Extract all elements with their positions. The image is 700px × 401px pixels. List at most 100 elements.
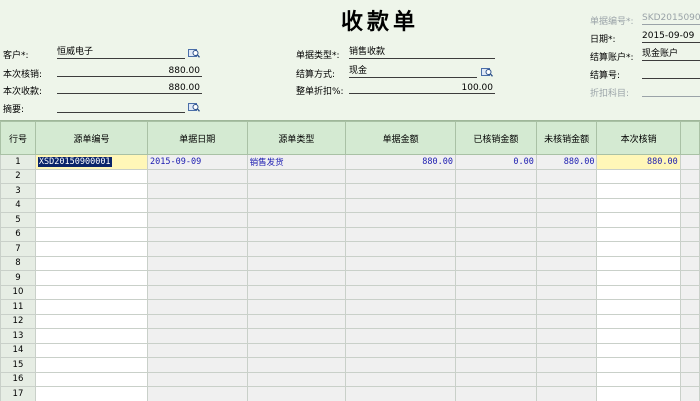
unwritten-amount-cell[interactable] <box>536 242 597 257</box>
unwritten-amount-cell[interactable] <box>536 227 597 242</box>
unwritten-amount-cell[interactable] <box>536 184 597 199</box>
settle-no-field[interactable] <box>642 66 700 79</box>
source-type-cell[interactable] <box>247 285 346 300</box>
source-no-cell[interactable] <box>35 198 147 213</box>
doc-date-cell[interactable] <box>148 169 248 184</box>
doc-amount-cell[interactable] <box>346 343 456 358</box>
source-no-cell[interactable] <box>35 169 147 184</box>
date-field[interactable]: 2015-09-09 <box>642 30 700 43</box>
source-no-cell[interactable] <box>35 314 147 329</box>
doc-amount-cell[interactable] <box>346 242 456 257</box>
written-amount-cell[interactable] <box>456 358 537 373</box>
this-writeoff-cell[interactable] <box>597 285 680 300</box>
source-type-cell[interactable] <box>247 343 346 358</box>
row-number-cell[interactable]: 15 <box>1 358 36 373</box>
source-no-cell[interactable] <box>35 285 147 300</box>
unwritten-amount-cell[interactable] <box>536 213 597 228</box>
this-writeoff-cell[interactable] <box>597 213 680 228</box>
source-no-cell[interactable] <box>35 387 147 401</box>
source-no-cell[interactable] <box>35 213 147 228</box>
this-writeoff-cell[interactable] <box>597 198 680 213</box>
this-writeoff-cell[interactable] <box>597 387 680 401</box>
doc-amount-cell[interactable] <box>346 285 456 300</box>
doc-amount-cell[interactable] <box>346 329 456 344</box>
source-type-cell[interactable] <box>247 387 346 401</box>
account-field[interactable]: 现金账户 <box>642 48 700 61</box>
doc-amount-cell[interactable] <box>346 372 456 387</box>
doc-amount-cell[interactable] <box>346 314 456 329</box>
source-type-cell[interactable] <box>247 256 346 271</box>
col-header-doc-date[interactable]: 单据日期 <box>148 122 248 155</box>
doc-amount-cell[interactable] <box>346 300 456 315</box>
doc-date-cell[interactable] <box>148 314 248 329</box>
this-writeoff-cell[interactable] <box>597 169 680 184</box>
source-no-cell[interactable] <box>35 256 147 271</box>
written-amount-cell[interactable] <box>456 387 537 401</box>
unwritten-amount-cell[interactable] <box>536 314 597 329</box>
unwritten-amount-cell[interactable] <box>536 271 597 286</box>
doc-amount-cell[interactable]: 880.00 <box>346 155 456 170</box>
doc-date-cell[interactable] <box>148 227 248 242</box>
doc-amount-cell[interactable] <box>346 256 456 271</box>
unwritten-amount-cell[interactable] <box>536 300 597 315</box>
written-amount-cell[interactable] <box>456 184 537 199</box>
source-type-cell[interactable] <box>247 242 346 257</box>
source-type-cell[interactable] <box>247 314 346 329</box>
doc-date-cell[interactable] <box>148 285 248 300</box>
written-amount-cell[interactable] <box>456 198 537 213</box>
written-amount-cell[interactable] <box>456 213 537 228</box>
written-amount-cell[interactable] <box>456 169 537 184</box>
row-number-cell[interactable]: 17 <box>1 387 36 401</box>
table-row[interactable]: 6 <box>1 227 700 242</box>
source-type-cell[interactable] <box>247 213 346 228</box>
doc-amount-cell[interactable] <box>346 227 456 242</box>
row-number-cell[interactable]: 4 <box>1 198 36 213</box>
written-amount-cell[interactable] <box>456 271 537 286</box>
doc-amount-cell[interactable] <box>346 213 456 228</box>
row-number-cell[interactable]: 8 <box>1 256 36 271</box>
table-row[interactable]: 5 <box>1 213 700 228</box>
source-type-cell[interactable] <box>247 227 346 242</box>
source-no-cell[interactable] <box>35 271 147 286</box>
written-amount-cell[interactable] <box>456 372 537 387</box>
unwritten-amount-cell[interactable] <box>536 256 597 271</box>
doc-date-cell[interactable] <box>148 198 248 213</box>
this-writeoff-cell[interactable] <box>597 343 680 358</box>
table-row[interactable]: 4 <box>1 198 700 213</box>
written-amount-cell[interactable] <box>456 285 537 300</box>
table-row[interactable]: 9 <box>1 271 700 286</box>
col-header-written-amount[interactable]: 已核销金额 <box>456 122 537 155</box>
table-row[interactable]: 14 <box>1 343 700 358</box>
doc-date-cell[interactable] <box>148 184 248 199</box>
unwritten-amount-cell[interactable] <box>536 358 597 373</box>
source-type-cell[interactable] <box>247 198 346 213</box>
table-row[interactable]: 3 <box>1 184 700 199</box>
col-header-source-type[interactable]: 源单类型 <box>247 122 346 155</box>
doctype-field[interactable]: 销售收款 <box>349 46 495 59</box>
written-amount-cell[interactable] <box>456 300 537 315</box>
source-type-cell[interactable] <box>247 372 346 387</box>
doc-date-cell[interactable] <box>148 358 248 373</box>
source-type-cell[interactable]: 销售发货 <box>247 155 346 170</box>
doc-date-cell[interactable] <box>148 271 248 286</box>
doc-date-cell[interactable] <box>148 213 248 228</box>
this-writeoff-cell[interactable] <box>597 184 680 199</box>
discount-field[interactable]: 100.00 <box>349 82 495 94</box>
written-amount-cell[interactable] <box>456 329 537 344</box>
source-type-cell[interactable] <box>247 300 346 315</box>
doc-amount-cell[interactable] <box>346 271 456 286</box>
row-number-cell[interactable]: 13 <box>1 329 36 344</box>
source-type-cell[interactable] <box>247 329 346 344</box>
this-writeoff-cell[interactable] <box>597 329 680 344</box>
col-header-source-no[interactable]: 源单编号 <box>35 122 147 155</box>
doc-date-cell[interactable] <box>148 300 248 315</box>
row-number-cell[interactable]: 5 <box>1 213 36 228</box>
row-number-cell[interactable]: 1 <box>1 155 36 170</box>
source-no-cell[interactable] <box>35 300 147 315</box>
unwritten-amount-cell[interactable]: 880.00 <box>536 155 597 170</box>
doc-amount-cell[interactable] <box>346 198 456 213</box>
row-number-cell[interactable]: 9 <box>1 271 36 286</box>
table-row[interactable]: 2 <box>1 169 700 184</box>
memo-lookup-icon[interactable] <box>188 102 200 112</box>
doc-date-cell[interactable] <box>148 242 248 257</box>
